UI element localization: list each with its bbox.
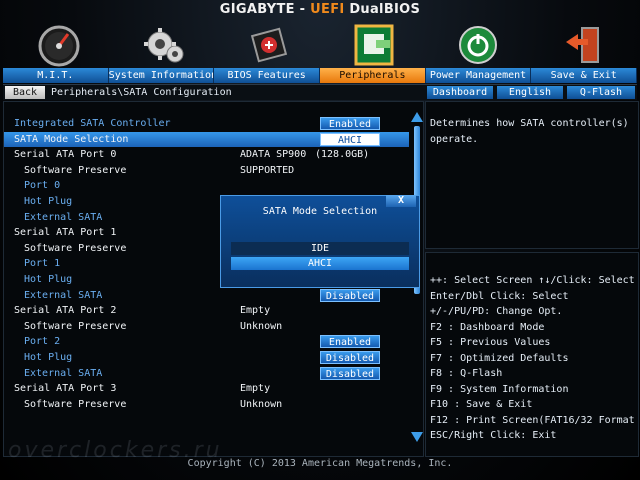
chip-icon[interactable] [245, 22, 293, 68]
setting-option-button[interactable]: Disabled [320, 288, 380, 302]
setting-label: Software Preserve [24, 164, 127, 176]
setting-value: Empty [240, 383, 271, 395]
setting-label: Hot Plug [24, 352, 73, 363]
setting-row[interactable]: Port 2 Enabled [4, 334, 409, 349]
help-panel: Determines how SATA controller(s) operat… [425, 101, 639, 249]
setting-label: External SATA [24, 367, 103, 379]
dialog-title: SATA Mode Selection [262, 206, 378, 217]
tab-system-information[interactable]: System Information [108, 68, 215, 83]
option-ide[interactable]: IDE [231, 242, 409, 255]
sata-mode-dialog: X SATA Mode Selection IDE AHCI [220, 195, 420, 288]
power-icon[interactable] [454, 22, 502, 68]
setting-label: External SATA [24, 211, 103, 223]
key-hint: Enter/Dbl Click: Select [430, 291, 569, 302]
setting-label: External SATA [24, 289, 103, 301]
key-hint: F8 : Q-Flash [430, 368, 503, 379]
setting-row[interactable]: Software Preserve Unknown [4, 397, 409, 412]
setting-label: Software Preserve [24, 398, 127, 410]
setting-label: Serial ATA Port 3 [14, 383, 117, 395]
setting-value: Unknown [240, 320, 283, 332]
key-hint: ESC/Right Click: Exit [430, 430, 557, 441]
key-hint: F5 : Previous Values [430, 337, 551, 348]
product-text: DualBIOS [344, 2, 421, 17]
setting-label: Port 1 [24, 258, 61, 270]
dashboard-button[interactable]: Dashboard [427, 86, 493, 99]
setting-value: Empty [240, 305, 271, 317]
peripherals-icon[interactable] [350, 22, 398, 68]
setting-label: Serial ATA Port 0 [14, 149, 117, 161]
setting-label: Software Preserve [24, 242, 127, 254]
bios-screen: GIGABYTE - UEFI DualBIOS M.I.T. System I… [0, 0, 640, 480]
speedometer-icon[interactable] [35, 22, 83, 68]
gear-icon[interactable] [140, 22, 188, 68]
qflash-button[interactable]: Q-Flash [567, 86, 635, 99]
setting-value: SUPPORTED [240, 164, 295, 176]
scroll-down-arrow-icon[interactable] [411, 432, 423, 442]
back-button[interactable]: Back [5, 86, 45, 99]
setting-row[interactable]: External SATA Disabled [4, 288, 409, 303]
setting-option-button[interactable]: Enabled [320, 335, 380, 349]
setting-row[interactable]: Software Preserve SUPPORTED [4, 163, 409, 178]
key-hint: F7 : Optimized Defaults [430, 353, 569, 364]
setting-label: Serial ATA Port 1 [14, 227, 117, 239]
setting-label: SATA Mode Selection [14, 133, 129, 145]
setting-label: Hot Plug [24, 196, 73, 207]
main-tabs: M.I.T. System Information BIOS Features … [3, 68, 638, 83]
setting-value: ADATA SP900 [240, 149, 307, 161]
setting-row[interactable]: Software Preserve Unknown [4, 319, 409, 334]
tab-bios-features[interactable]: BIOS Features [214, 68, 321, 83]
setting-row[interactable]: Serial ATA Port 2 Empty [4, 303, 409, 318]
setting-option-button[interactable]: Disabled [320, 351, 380, 364]
option-ahci[interactable]: AHCI [231, 257, 409, 270]
copyright-footer: Copyright (C) 2013 American Megatrends, … [187, 458, 453, 469]
key-legend-panel: ++: Select Screen ↑↓/Click: Select Item … [425, 252, 640, 457]
exit-door-icon[interactable] [560, 22, 608, 68]
tab-save-exit[interactable]: Save & Exit [531, 68, 638, 83]
setting-label: Port 2 [24, 336, 61, 348]
setting-option-button[interactable]: Enabled [320, 117, 380, 130]
bios-title: GIGABYTE - UEFI DualBIOS [0, 2, 640, 17]
setting-option-button[interactable]: Disabled [320, 366, 380, 380]
help-text: Determines how SATA controller(s) operat… [430, 118, 629, 145]
key-hint: F12 : Print Screen(FAT16/32 Format Only) [430, 415, 640, 426]
key-hint: F10 : Save & Exit [430, 399, 533, 410]
setting-row[interactable]: External SATA Disabled [4, 366, 409, 381]
setting-row[interactable]: SATA Mode Selection AHCI [4, 131, 409, 147]
uefi-text: UEFI [310, 2, 345, 17]
key-hint: F9 : System Information [430, 384, 569, 395]
setting-label: Integrated SATA Controller [14, 118, 171, 129]
setting-row[interactable]: Hot Plug Disabled [4, 350, 409, 365]
scroll-up-arrow-icon[interactable] [411, 112, 423, 122]
language-button[interactable]: English [497, 86, 563, 99]
setting-label: Serial ATA Port 2 [14, 305, 117, 317]
setting-row[interactable]: Serial ATA Port 0 ADATA SP900 (128.0GB) [4, 147, 409, 162]
setting-label: Port 0 [24, 180, 61, 192]
setting-option-button[interactable]: AHCI [320, 132, 380, 146]
tab-peripherals[interactable]: Peripherals [320, 68, 426, 83]
brand-text: GIGABYTE - [219, 2, 311, 17]
breadcrumb: Peripherals\SATA Configuration [51, 87, 232, 98]
key-hint: ++: Select Screen ↑↓/Click: Select Item [430, 275, 640, 286]
setting-row[interactable]: Integrated SATA Controller Enabled [4, 116, 409, 131]
setting-row[interactable]: Port 0 [4, 178, 409, 193]
setting-capacity: (128.0GB) [315, 149, 370, 161]
tab-power-management[interactable]: Power Management [425, 68, 532, 83]
tab-mit[interactable]: M.I.T. [3, 68, 109, 83]
setting-label: Hot Plug [24, 274, 73, 285]
key-hint: +/-/PU/PD: Change Opt. [430, 306, 563, 317]
setting-row[interactable]: Serial ATA Port 3 Empty [4, 381, 409, 396]
setting-label: Software Preserve [24, 320, 127, 332]
setting-value: Unknown [240, 398, 283, 410]
sub-bar: Back Peripherals\SATA Configuration Dash… [3, 84, 637, 100]
key-hint: F2 : Dashboard Mode [430, 322, 545, 333]
